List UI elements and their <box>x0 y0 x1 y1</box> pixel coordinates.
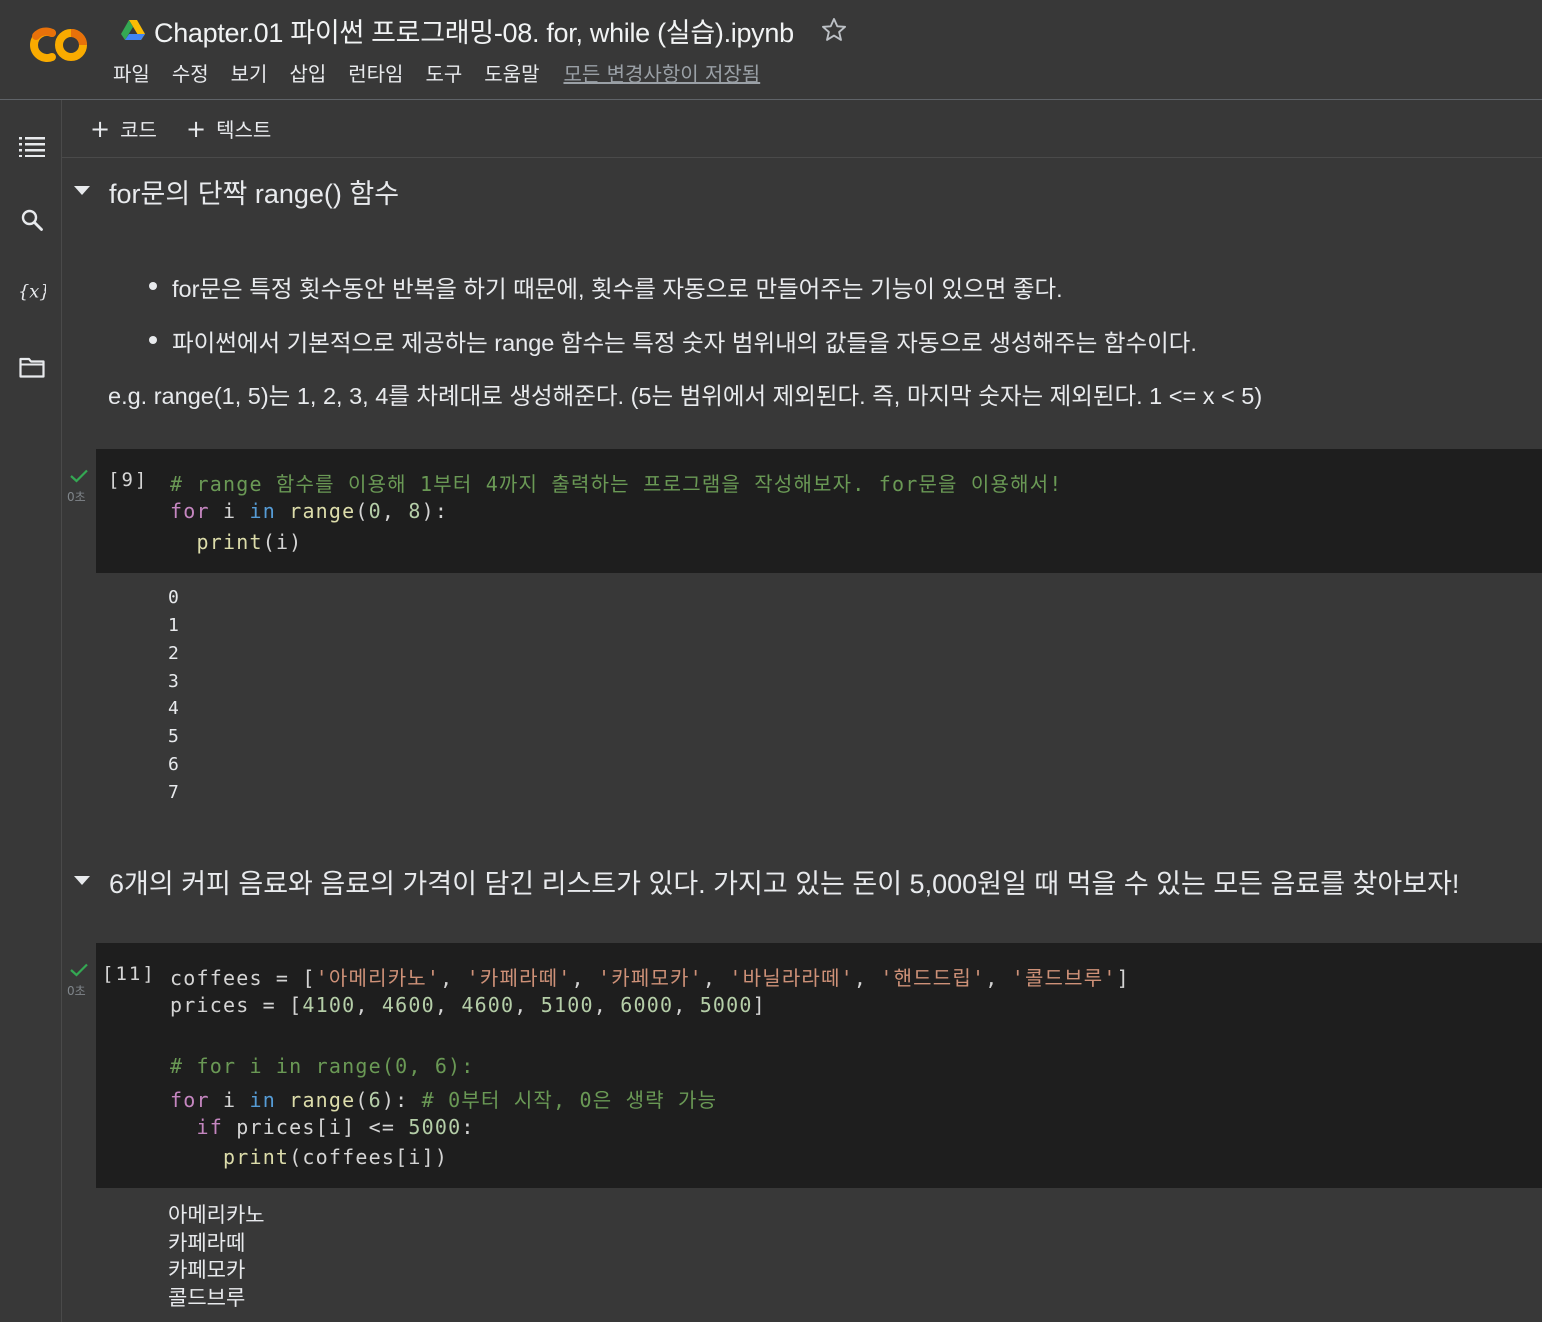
add-text-label: 텍스트 <box>216 118 272 142</box>
add-code-button[interactable]: + 코드 <box>90 114 157 143</box>
exec-time: 0초 <box>67 490 86 504</box>
header-bar: Chapter.01 파이썬 프로그래밍-08. for, while (실습)… <box>0 0 1542 100</box>
success-check-icon <box>70 469 88 483</box>
menu-tools[interactable]: 도구 <box>425 58 462 87</box>
code-cell[interactable]: [9] # range 함수를 이용해 1부터 4까지 출력하는 프로그램을 작… <box>96 449 1542 573</box>
google-drive-icon[interactable] <box>120 19 146 41</box>
output-line: 2 <box>168 643 179 664</box>
plus-icon: + <box>90 114 111 143</box>
collapse-caret-icon[interactable] <box>74 186 90 195</box>
text-cell-section-1: for문의 단짝 range() 함수 <box>62 170 1542 210</box>
output-line: 0 <box>168 587 179 608</box>
collapse-caret-icon[interactable] <box>74 876 90 885</box>
notebook-title[interactable]: Chapter.01 파이썬 프로그래밍-08. for, while (실습)… <box>154 11 794 50</box>
output-line: 콜드브루 <box>168 1287 246 1310</box>
code-line: if prices[i] <= 5000: <box>196 1115 475 1139</box>
code-line: print(coffees[i]) <box>222 1145 449 1169</box>
output-line: 7 <box>168 782 179 803</box>
code-cell[interactable]: [11] coffees = ['아메리카노', '카페라떼', '카페모카',… <box>96 943 1542 1188</box>
code-line: # for i in range(0, 6): <box>170 1054 475 1078</box>
section-heading: 6개의 커피 음료와 음료의 가격이 담긴 리스트가 있다. 가지고 있는 돈이… <box>109 869 1460 899</box>
bullet-text: 파이썬에서 기본적으로 제공하는 range 함수는 특정 숫자 범위내의 값들… <box>172 330 1197 356</box>
output-line: 5 <box>168 726 179 747</box>
success-check-icon <box>70 963 88 977</box>
paragraph-text: e.g. range(1, 5)는 1, 2, 3, 4를 차례대로 생성해준다… <box>108 383 1263 409</box>
table-of-contents-icon[interactable] <box>18 132 46 160</box>
execution-count[interactable]: [11] <box>102 963 156 985</box>
add-text-button[interactable]: + 텍스트 <box>186 114 271 143</box>
code-line: coffees = ['아메리카노', '카페라떼', '카페모카', '바닐라… <box>170 966 1130 990</box>
plus-icon: + <box>186 114 207 143</box>
execution-count[interactable]: [9] <box>108 469 148 491</box>
text-cell-section-2: 6개의 커피 음료와 음료의 가격이 담긴 리스트가 있다. 가지고 있는 돈이… <box>62 860 1542 900</box>
exec-time: 0초 <box>67 984 86 998</box>
star-icon[interactable] <box>820 16 848 44</box>
output-line: 1 <box>168 615 179 636</box>
add-code-label: 코드 <box>120 118 157 142</box>
notebook-toolbar: + 코드 + 텍스트 <box>62 100 1542 158</box>
output-line: 6 <box>168 754 179 775</box>
menu-runtime[interactable]: 런타임 <box>348 58 403 87</box>
colab-logo[interactable] <box>22 24 90 66</box>
svg-text:{x}: {x} <box>18 283 46 303</box>
menu-bar: 파일 수정 보기 삽입 런타임 도구 도움말 모든 변경사항이 저장됨 <box>113 58 760 87</box>
code-line: for i in range(6): # 0부터 시작, 0은 생략 가능 <box>170 1088 718 1112</box>
code-line: prices = [4100, 4600, 4600, 5100, 6000, … <box>170 993 766 1017</box>
variables-icon[interactable]: {x} <box>18 278 46 306</box>
section-heading: for문의 단짝 range() 함수 <box>109 179 400 209</box>
menu-file[interactable]: 파일 <box>113 58 150 87</box>
bullet-dot <box>149 336 157 344</box>
output-line: 3 <box>168 671 179 692</box>
bullet-dot <box>149 282 157 290</box>
code-line: # range 함수를 이용해 1부터 4까지 출력하는 프로그램을 작성해보자… <box>170 472 1063 496</box>
cell-gutter: 0초 <box>62 943 96 1188</box>
cell-gutter: 0초 <box>62 449 96 573</box>
output-line: 카페모카 <box>168 1259 246 1282</box>
left-sidebar: {x} <box>0 100 62 1322</box>
code-line: for i in range(0, 8): <box>170 499 449 523</box>
menu-insert[interactable]: 삽입 <box>289 58 326 87</box>
code-line: print(i) <box>196 530 303 554</box>
output-line: 카페라떼 <box>168 1232 246 1255</box>
files-folder-icon[interactable] <box>18 353 46 381</box>
menu-edit[interactable]: 수정 <box>172 58 209 87</box>
search-icon[interactable] <box>18 206 46 234</box>
menu-help[interactable]: 도움말 <box>484 58 539 87</box>
menu-view[interactable]: 보기 <box>231 58 268 87</box>
bullet-text: for문은 특정 횟수동안 반복을 하기 때문에, 횟수를 자동으로 만들어주는… <box>172 276 1063 302</box>
output-line: 아메리카노 <box>168 1204 265 1227</box>
save-status[interactable]: 모든 변경사항이 저장됨 <box>563 58 760 87</box>
output-line: 4 <box>168 698 179 719</box>
